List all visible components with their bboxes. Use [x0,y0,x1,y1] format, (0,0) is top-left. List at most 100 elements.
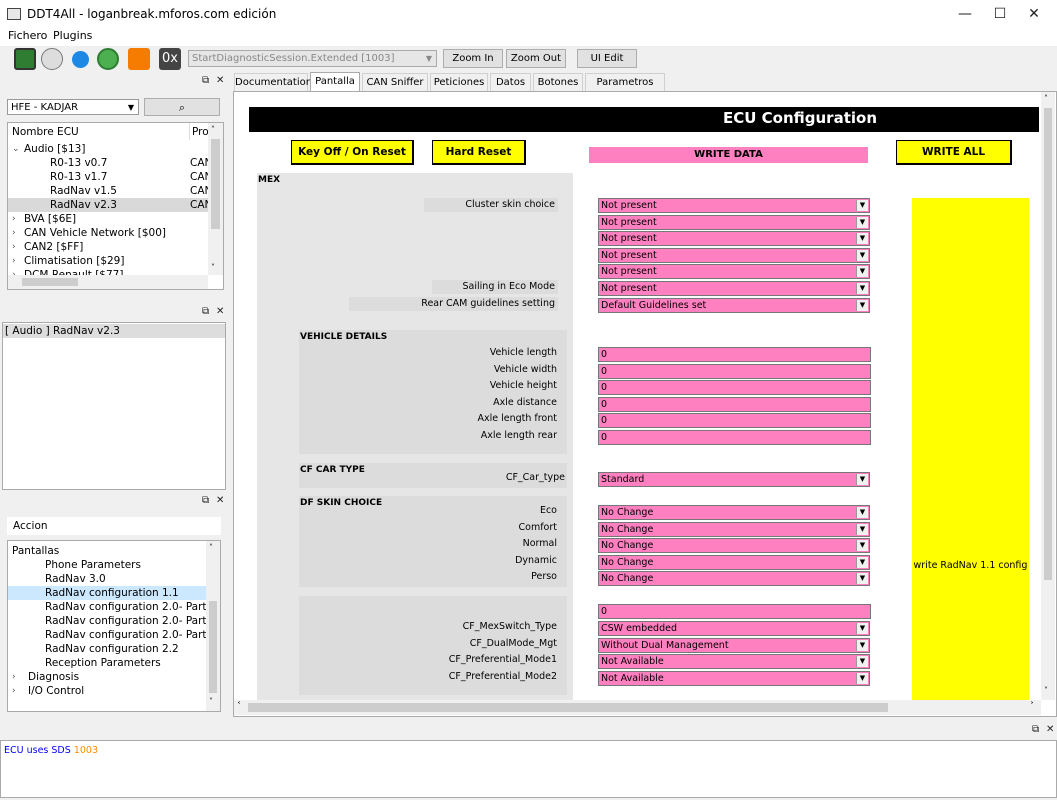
tree-row[interactable]: R0-13 v0.7 CAN [8,156,208,170]
mode-select[interactable]: Without Dual Management ▼ [598,637,870,653]
list-item[interactable]: › I/O Control [8,684,206,698]
list-item[interactable]: RadNav configuration 2.0- Part II [8,614,206,628]
tree-row[interactable]: › Climatisation [$29] [8,254,208,268]
vehicle-detail-input[interactable]: 0 [598,396,871,412]
float-icon[interactable]: ⧉ [1032,724,1039,735]
skin-select[interactable]: No Change ▼ [598,538,870,554]
mex-select[interactable]: Not present ▼ [598,264,870,280]
skin-select[interactable]: No Change ▼ [598,554,870,570]
scroll-thumb[interactable] [211,139,220,229]
main-vscroll[interactable]: ˄ ˅ [1041,92,1055,700]
tab-can-sniffer[interactable]: CAN Sniffer [362,73,428,91]
float-icon[interactable]: ⧉ [202,75,209,86]
refresh-icon[interactable] [72,51,89,68]
list-item[interactable]: RadNav 3.0 [8,572,206,586]
scroll-up-icon[interactable]: ˄ [209,543,213,552]
ecu-tree-vscroll[interactable]: ˄ ˅ [208,123,223,275]
expand-icon[interactable]: › [12,254,16,268]
hard-reset-button[interactable]: Hard Reset [432,140,526,165]
scroll-down-icon[interactable]: ˅ [209,697,213,706]
mex-select[interactable]: Default Guidelines set ▼ [598,297,870,313]
tab-pantalla[interactable]: Pantalla [310,72,360,91]
tree-row[interactable]: › CAN Vehicle Network [$00] [8,226,208,240]
tree-row[interactable]: ⌄ Audio [$13] [8,142,208,156]
tree-row[interactable]: RadNav v2.3 CAN [8,198,208,212]
scroll-thumb[interactable] [209,601,217,693]
vehicle-detail-input[interactable]: 0 [598,363,871,379]
scroll-thumb[interactable] [22,278,78,286]
vehicle-select[interactable]: HFE - KADJAR ▼ [7,99,139,115]
write-data-button[interactable]: WRITE DATA [589,147,868,163]
tree-row[interactable]: RadNav v1.5 CAN [8,184,208,198]
close-icon[interactable]: ✕ [216,75,224,86]
close-button[interactable]: ✕ [1011,0,1057,28]
tab-peticiones[interactable]: Peticiones [430,73,488,91]
scroll-up-icon[interactable]: ˄ [211,125,215,134]
main-hscroll[interactable]: ˂ ˃ [234,700,1041,715]
scroll-left-icon[interactable]: ˂ [237,701,241,710]
key-off-reset-button[interactable]: Key Off / On Reset [291,140,414,165]
search-ecu-button[interactable]: ⌕ [144,98,220,116]
list-item[interactable]: RadNav configuration 2.0- Part III [8,628,206,642]
monitor-icon[interactable] [14,48,36,70]
tree-row[interactable]: R0-13 v1.7 CAN [8,170,208,184]
mode-select[interactable]: CSW embedded ▼ [598,621,870,636]
selected-ecu-item[interactable]: [ Audio ] RadNav v2.3 [3,324,225,338]
scroll-thumb[interactable] [248,703,888,712]
vehicle-detail-input[interactable]: 0 [598,430,871,445]
screens-vscroll[interactable]: ˄ ˅ [206,541,220,711]
mex-select[interactable]: Not present ▼ [598,281,870,296]
skin-select[interactable]: No Change ▼ [598,571,870,587]
list-item[interactable]: Phone Parameters [8,558,206,572]
mode-select[interactable]: Not Available ▼ [598,670,870,686]
tab-documentation[interactable]: Documentation [234,73,312,91]
expand-icon[interactable]: › [12,684,16,698]
ecu-tree-hscroll[interactable] [8,275,208,289]
menu-fichero[interactable]: Fichero [8,29,47,42]
gear-icon[interactable] [41,48,63,70]
list-item[interactable]: Reception Parameters [8,656,206,670]
list-item[interactable]: RadNav configuration 1.1 [8,586,206,600]
tab-botones[interactable]: Botones [533,73,583,91]
close-icon[interactable]: ✕ [216,306,224,317]
mex-select[interactable]: Not present ▼ [598,198,870,213]
list-item[interactable]: RadNav configuration 2.0- Part I [8,600,206,614]
list-item[interactable]: Pantallas [8,544,206,558]
scroll-up-icon[interactable]: ˄ [1044,94,1048,103]
vehicle-detail-input[interactable]: 0 [598,413,871,429]
mode-input[interactable]: 0 [598,604,871,619]
mex-select[interactable]: Not present ▼ [598,214,870,230]
expand-icon[interactable]: › [12,240,16,254]
write-config-button[interactable]: write RadNav 1.1 config [912,198,1029,700]
tree-row[interactable]: › BVA [$6E] [8,212,208,226]
close-icon[interactable]: ✕ [1046,724,1054,735]
tab-datos[interactable]: Datos [490,73,531,91]
scroll-right-icon[interactable]: ˃ [1030,701,1034,710]
expand-icon[interactable]: › [12,670,16,684]
hex-icon[interactable]: 0x [159,48,181,70]
skin-select[interactable]: No Change ▼ [598,521,870,537]
close-icon[interactable]: ✕ [216,495,224,506]
vehicle-detail-input[interactable]: 0 [598,347,871,362]
write-all-button[interactable]: WRITE ALL [896,140,1012,165]
vehicle-detail-input[interactable]: 0 [598,380,871,396]
mode-select[interactable]: Not Available ▼ [598,654,870,670]
expand-icon[interactable]: › [12,212,16,226]
float-icon[interactable]: ⧉ [202,306,209,317]
mex-select[interactable]: Not present ▼ [598,231,870,247]
expand-icon[interactable]: › [12,226,16,240]
list-item[interactable]: › Diagnosis [8,670,206,684]
connect-icon[interactable] [97,48,119,70]
heartbeat-icon[interactable] [128,48,150,70]
float-icon[interactable]: ⧉ [202,495,209,506]
expand-icon[interactable]: ⌄ [12,142,20,156]
scroll-down-icon[interactable]: ˅ [211,263,215,272]
tree-row[interactable]: › CAN2 [$FF] [8,240,208,254]
tab-parametros-ecu[interactable]: Parametros ECU [585,73,665,105]
skin-select[interactable]: No Change ▼ [598,505,870,520]
cf-car-type-select[interactable]: Standard ▼ [598,472,870,487]
menu-plugins[interactable]: Plugins [53,29,92,42]
scroll-down-icon[interactable]: ˅ [1044,686,1048,695]
list-item[interactable]: RadNav configuration 2.2 [8,642,206,656]
scroll-thumb[interactable] [1044,108,1052,580]
